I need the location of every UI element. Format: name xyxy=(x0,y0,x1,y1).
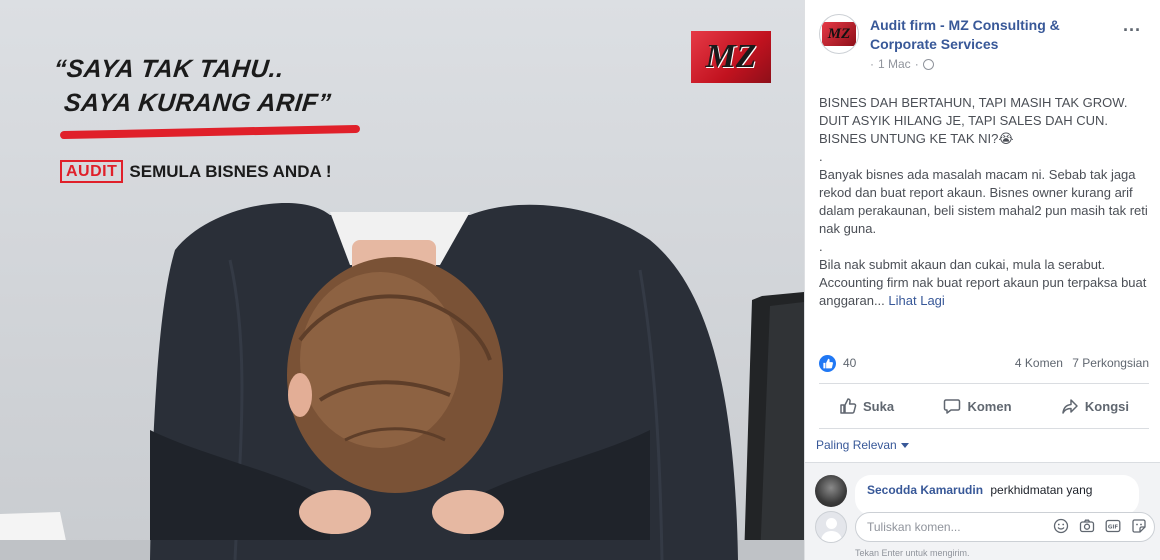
headline-quote: “SAYA TAK TAHU.. SAYA KURANG ARIF” xyxy=(48,52,336,120)
comments-section: Secodda Kamarudin perkhidmatan yang Tuli… xyxy=(805,462,1160,560)
reply-row: Tuliskan komen... GIF xyxy=(815,511,1159,545)
post-date[interactable]: 1 Mac xyxy=(878,57,911,71)
post-paragraph-1: BISNES DAH BERTAHUN, TAPI MASIH TAK GROW… xyxy=(819,95,1128,146)
post-text: BISNES DAH BERTAHUN, TAPI MASIH TAK GROW… xyxy=(819,94,1155,310)
sticker-icon[interactable] xyxy=(1131,518,1147,534)
comment-author[interactable]: Secodda Kamarudin xyxy=(867,483,983,497)
post-image[interactable]: “SAYA TAK TAHU.. SAYA KURANG ARIF” AUDIT… xyxy=(0,0,804,560)
post-actions: Suka Komen Kongsi xyxy=(819,388,1149,424)
meta-dot: · xyxy=(870,57,874,71)
audit-tagline: AUDIT SEMULA BISNES ANDA ! xyxy=(60,160,332,183)
post-paragraph-4: . xyxy=(819,239,823,254)
share-button-label: Kongsi xyxy=(1084,398,1129,414)
post-meta: · 1 Mac · xyxy=(870,57,934,71)
post-paragraph-5-text: Bila nak submit akaun dan cukai, mula la… xyxy=(819,257,1147,308)
like-button[interactable]: Suka xyxy=(839,388,894,424)
comment-button[interactable]: Komen xyxy=(943,388,1012,424)
enter-hint: Tekan Enter untuk mengirim. xyxy=(855,548,970,558)
quote-line-1: “SAYA TAK TAHU.. xyxy=(52,55,286,83)
quote-line-2: SAYA KURANG ARIF” xyxy=(62,89,333,117)
camera-icon[interactable] xyxy=(1079,518,1095,534)
reaction-stats: 40 4 Komen 7 Perkongsian xyxy=(819,354,1149,374)
emoji-icon[interactable] xyxy=(1053,518,1069,534)
post-header: MZ Audit firm - MZ Consulting & Corporat… xyxy=(819,14,1149,74)
likes-count[interactable]: 40 xyxy=(843,356,856,370)
share-icon xyxy=(1062,399,1078,414)
meta-dot: · xyxy=(914,57,919,71)
comment-item: Secodda Kamarudin perkhidmatan yang xyxy=(815,475,1145,515)
mz-logo-text: MZ xyxy=(705,38,757,75)
comment-sort-dropdown[interactable]: Paling Relevan xyxy=(816,438,909,452)
page-avatar-logo: MZ xyxy=(822,22,856,46)
gif-icon[interactable]: GIF xyxy=(1105,518,1121,534)
audit-tagline-text: SEMULA BISNES ANDA ! xyxy=(129,161,332,181)
comment-text: perkhidmatan yang xyxy=(990,483,1093,497)
share-button[interactable]: Kongsi xyxy=(1061,388,1129,424)
globe-icon xyxy=(922,58,934,70)
mz-logo: MZ xyxy=(691,31,771,83)
shares-count[interactable]: 7 Perkongsian xyxy=(1072,356,1149,370)
post-paragraph-3: Banyak bisnes ada masalah macam ni. Seba… xyxy=(819,167,1148,236)
divider xyxy=(819,383,1149,384)
post-paragraph-5: Bila nak submit akaun dan cukai, mula la… xyxy=(819,256,1155,310)
thumbs-up-icon xyxy=(840,398,857,414)
like-reaction-icon[interactable] xyxy=(819,355,836,372)
comment-button-label: Komen xyxy=(967,398,1012,414)
like-button-label: Suka xyxy=(863,398,895,414)
comment-input-icons: GIF xyxy=(1053,518,1147,534)
post-panel: MZ Audit firm - MZ Consulting & Corporat… xyxy=(804,0,1160,560)
page-name-link[interactable]: Audit firm - MZ Consulting & Corporate S… xyxy=(870,16,1110,54)
see-more-link[interactable]: Lihat Lagi xyxy=(888,293,944,308)
more-options-icon[interactable]: ··· xyxy=(1123,20,1141,41)
audit-badge: AUDIT xyxy=(60,160,124,183)
sort-label: Paling Relevan xyxy=(816,438,897,452)
svg-text:GIF: GIF xyxy=(1108,525,1119,531)
comments-count[interactable]: 4 Komen xyxy=(1015,356,1063,370)
post-paragraph-2: . xyxy=(819,149,823,164)
caret-down-icon xyxy=(900,442,909,448)
user-avatar xyxy=(815,511,847,543)
comment-bubble: Secodda Kamarudin perkhidmatan yang xyxy=(855,475,1139,515)
divider xyxy=(819,428,1149,429)
page-avatar[interactable]: MZ xyxy=(819,14,859,54)
comment-icon xyxy=(944,399,961,414)
stats-right: 4 Komen 7 Perkongsian xyxy=(1009,356,1149,370)
commenter-avatar[interactable] xyxy=(815,475,847,507)
